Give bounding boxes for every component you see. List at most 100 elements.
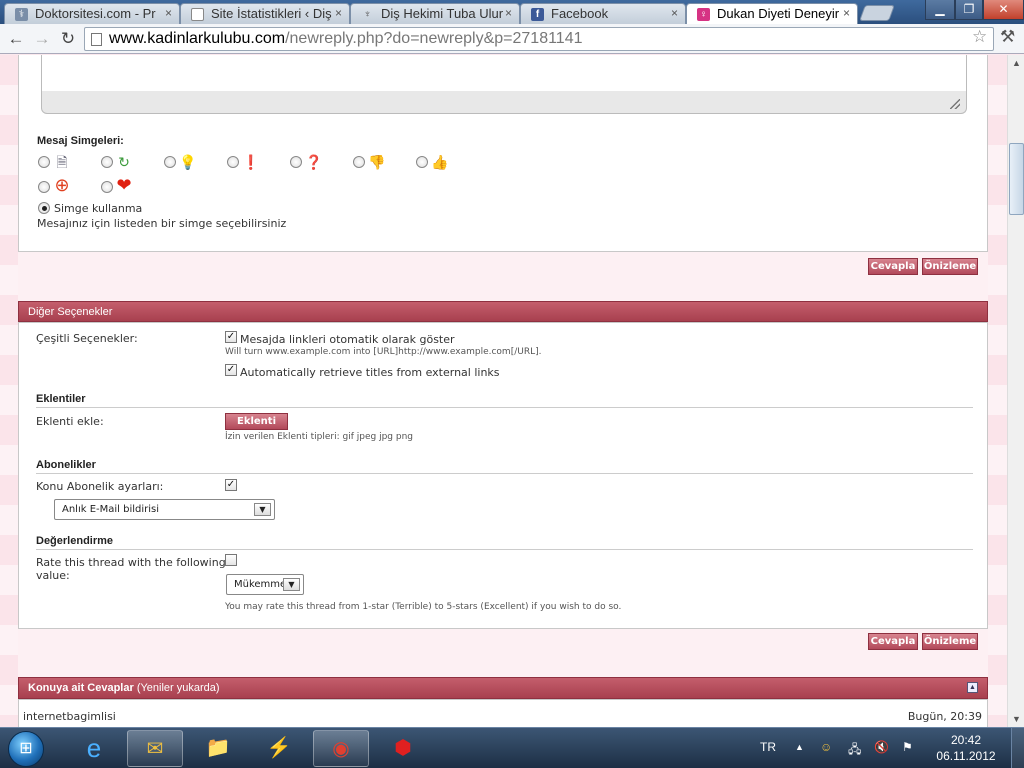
retrieve-titles-checkbox[interactable]: ✓ (225, 364, 237, 376)
reload-icon[interactable]: ↻ (56, 27, 80, 51)
post-icon-radio[interactable] (227, 156, 239, 168)
tab-title: Diş Hekimi Tuba Ulur (381, 6, 504, 21)
post-icon-radio[interactable] (101, 156, 113, 168)
tray-expand-icon[interactable]: ▲ (795, 742, 804, 752)
no-icon-radio[interactable] (38, 202, 50, 214)
facebook-favicon-icon: f (531, 8, 544, 21)
show-desktop-button[interactable] (1011, 728, 1024, 768)
network-icon[interactable]: 🖧 (848, 740, 861, 761)
close-icon[interactable]: × (671, 6, 678, 20)
internet-explorer-icon[interactable]: e (66, 730, 122, 767)
forward-arrow-icon[interactable]: → (30, 27, 54, 51)
taskbar: ⊞ e ✉ 📁 ⚡ ◉ ⬢ TR ▲ ☺ 🖧 🔇 ⚑ 20:42 06.11.2… (0, 727, 1024, 768)
chevron-down-icon: ▼ (254, 503, 271, 516)
chrome-icon[interactable]: ◉ (313, 730, 369, 767)
chevron-down-icon: ▼ (283, 578, 300, 591)
post-icons-hint: Mesajınız için listeden bir simge seçebi… (37, 217, 287, 230)
retrieve-titles-label: Automatically retrieve titles from exter… (240, 366, 500, 379)
message-editor[interactable] (41, 55, 967, 114)
doktor-favicon-icon: ⚕ (15, 8, 28, 21)
bookmark-star-icon[interactable]: ☆ (972, 27, 987, 47)
subscription-label: Konu Abonelik ayarları: (36, 480, 164, 493)
mail-icon[interactable]: ✉ (127, 730, 183, 767)
add-attachment-button[interactable]: Eklenti ekle (225, 413, 288, 442)
post-icons-heading: Mesaj Simgeleri: (37, 135, 124, 147)
folder-icon[interactable]: 📁 (190, 730, 246, 767)
rating-checkbox[interactable] (225, 554, 237, 566)
reply-button[interactable]: Cevapla (868, 258, 918, 275)
replies-header: Konuya ait Cevaplar (Yeniler yukarda) ▲ (18, 677, 988, 699)
close-window-button[interactable]: ✕ (983, 0, 1024, 20)
rating-label-line1: Rate this thread with the following (36, 556, 226, 569)
preview-button[interactable]: Önizleme (922, 258, 978, 275)
right-stripe (988, 55, 1007, 727)
resize-grip-icon[interactable] (950, 99, 960, 109)
winamp-icon[interactable]: ⚡ (251, 730, 307, 767)
tab-title: Dukan Diyeti Deneyir (717, 6, 840, 21)
exclamation-icon: ❗ (242, 154, 260, 170)
scroll-up-icon[interactable]: ▲ (1009, 55, 1024, 71)
post-icon-radio[interactable] (290, 156, 302, 168)
allowed-types: İzin verilen Eklenti tipleri: gif jpeg j… (225, 432, 413, 442)
post-icon-radio[interactable] (101, 181, 113, 193)
language-indicator[interactable]: TR (760, 740, 776, 754)
subscription-checkbox[interactable]: ✓ (225, 479, 237, 491)
post-icon-radio[interactable] (38, 181, 50, 193)
tab-facebook[interactable]: f Facebook × (520, 3, 686, 24)
lifebuoy-icon: ⊕ (54, 175, 70, 195)
replies-header-title: Konuya ait Cevaplar (28, 682, 134, 694)
action-center-icon[interactable]: ⚑ (902, 740, 913, 754)
tab-site-istatistikleri[interactable]: Site İstatistikleri ‹ Diş × (180, 3, 350, 24)
reply-username[interactable]: internetbagimlisi (23, 710, 116, 723)
tab-doktorsitesi[interactable]: ⚕ Doktorsitesi.com - Pr × (4, 3, 180, 24)
page-icon (91, 33, 102, 46)
arrow-icon: ↻ (118, 154, 130, 170)
volume-icon[interactable]: 🔇 (874, 740, 889, 754)
replies-header-note: (Yeniler yukarda) (133, 682, 220, 694)
preview-button[interactable]: Önizleme (922, 633, 978, 650)
close-icon[interactable]: × (165, 6, 172, 20)
minimize-button[interactable]: ▁ (925, 0, 955, 20)
maximize-button[interactable]: ❐ (955, 0, 983, 20)
tab-dukan-diyeti[interactable]: ♀ Dukan Diyeti Deneyir × (686, 3, 858, 25)
subscription-select-value: Anlık E-Mail bildirisi (62, 504, 160, 515)
misc-options-label: Çeşitli Seçenekler: (36, 332, 138, 345)
clock-time: 20:42 (950, 733, 982, 747)
rating-heading: Değerlendirme (36, 535, 973, 550)
close-icon[interactable]: × (505, 6, 512, 20)
vertical-scrollbar[interactable]: ▲ ▼ (1007, 55, 1024, 727)
reply-button[interactable]: Cevapla (868, 633, 918, 650)
address-bar[interactable]: www.kadinlarkulubu.com/newreply.php?do=n… (84, 27, 994, 51)
post-icon-radio[interactable] (38, 156, 50, 168)
start-button[interactable]: ⊞ (8, 731, 44, 767)
acrobat-icon[interactable]: ⬢ (375, 730, 431, 767)
replies-panel: internetbagimlisi Bugün, 20:39 (18, 699, 988, 727)
post-icon-radio[interactable] (416, 156, 428, 168)
collapse-icon[interactable]: ▲ (967, 682, 978, 693)
post-icon-radio[interactable] (164, 156, 176, 168)
clock-date: 06.11.2012 (936, 749, 996, 763)
scroll-thumb[interactable] (1009, 143, 1024, 215)
kadinlar-favicon-icon: ♀ (697, 8, 710, 21)
back-arrow-icon[interactable]: ← (4, 27, 28, 51)
close-icon[interactable]: × (843, 6, 850, 20)
tray-app-icon[interactable]: ☺ (820, 740, 832, 754)
subscription-select[interactable]: Anlık E-Mail bildirisi ▼ (54, 499, 275, 520)
tab-title: Doktorsitesi.com - Pr (35, 6, 156, 21)
message-textarea[interactable] (42, 55, 966, 91)
auto-links-checkbox[interactable]: ✓ (225, 331, 237, 343)
wrench-icon[interactable]: ⚒ (1000, 27, 1015, 47)
scroll-down-icon[interactable]: ▼ (1009, 711, 1024, 727)
auto-links-label: Mesajda linkleri otomatik olarak göster (240, 333, 455, 346)
new-tab-button[interactable] (859, 5, 895, 21)
close-icon[interactable]: × (335, 6, 342, 20)
no-icon-label: Simge kullanma (54, 202, 143, 215)
clock[interactable]: 20:42 06.11.2012 (936, 732, 996, 764)
left-stripe (0, 55, 18, 727)
reply-panel: Mesaj Simgeleri: 🗎 ↻ 💡 ❗ ❓ 👎 👍 ⊕ ❤ Simge… (18, 55, 988, 252)
rating-select[interactable]: Mükemmel ▼ (226, 574, 304, 595)
other-options-panel (18, 322, 988, 629)
post-icon-radio[interactable] (353, 156, 365, 168)
tab-strip: ⚕ Doktorsitesi.com - Pr × Site İstatisti… (0, 0, 1024, 25)
tab-dis-hekimi[interactable]: ♆ Diş Hekimi Tuba Ulur × (350, 3, 520, 24)
